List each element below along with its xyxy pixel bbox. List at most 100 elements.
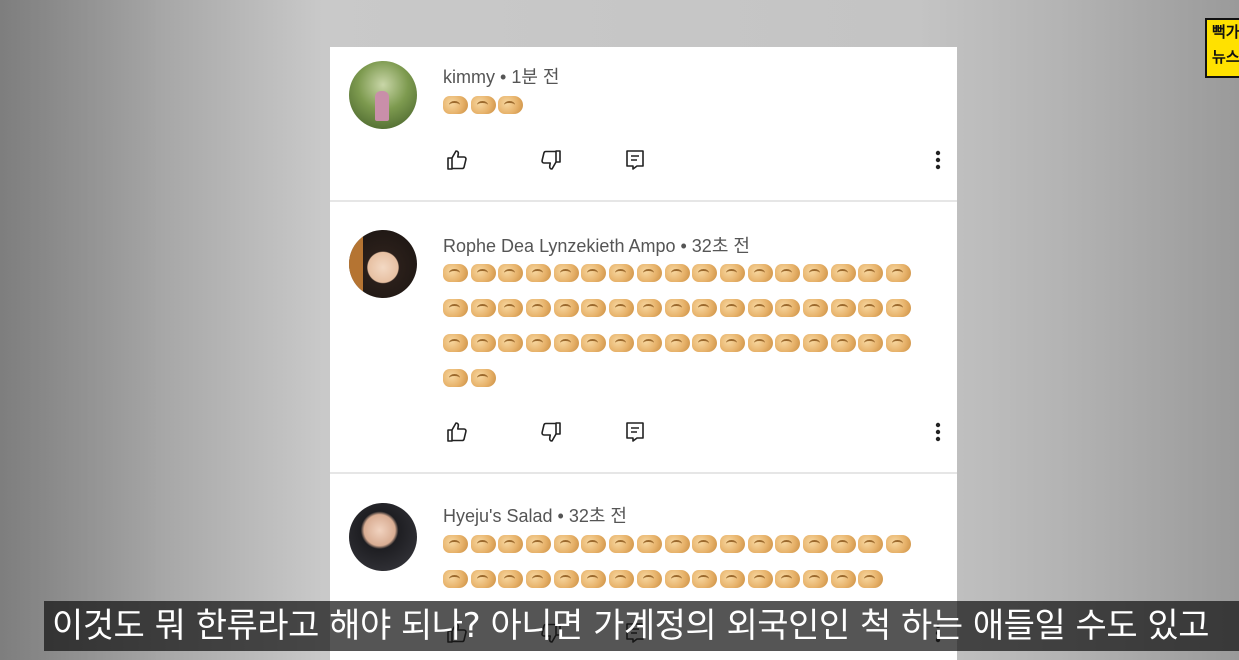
comment-text xyxy=(442,87,922,122)
pinching-hand-emoji xyxy=(636,262,664,284)
pinching-hand-emoji xyxy=(830,297,858,319)
pinching-hand-emoji xyxy=(885,262,913,284)
pinching-hand-emoji xyxy=(719,332,747,354)
pinching-hand-emoji xyxy=(470,297,498,319)
pinching-hand-emoji xyxy=(580,297,608,319)
pinching-hand-emoji xyxy=(553,262,581,284)
pinching-hand-emoji xyxy=(442,262,470,284)
pinching-hand-emoji xyxy=(802,297,830,319)
more-options-button[interactable] xyxy=(926,417,950,447)
meta-separator-dot: • xyxy=(680,236,687,256)
pinching-hand-emoji xyxy=(719,297,747,319)
pinching-hand-emoji xyxy=(553,332,581,354)
comment-text xyxy=(442,526,922,596)
pinching-hand-emoji xyxy=(525,568,553,590)
pinching-hand-emoji xyxy=(857,262,885,284)
thumbs-up-icon xyxy=(447,150,467,170)
pinching-hand-emoji xyxy=(774,332,802,354)
avatar-figure xyxy=(375,91,389,121)
pinching-hand-emoji xyxy=(857,533,885,555)
pinching-hand-emoji xyxy=(691,533,719,555)
thumbs-down-icon xyxy=(541,150,561,170)
pinching-hand-emoji xyxy=(691,262,719,284)
comment-author[interactable]: kimmy xyxy=(443,67,495,87)
dislike-button[interactable] xyxy=(536,145,566,175)
pinching-hand-emoji xyxy=(885,533,913,555)
pinching-hand-emoji xyxy=(664,568,692,590)
pinching-hand-emoji xyxy=(774,568,802,590)
pinching-hand-emoji xyxy=(608,568,636,590)
pinching-hand-emoji xyxy=(802,533,830,555)
pinching-hand-emoji xyxy=(553,568,581,590)
pinching-hand-emoji xyxy=(747,262,775,284)
pinching-hand-emoji xyxy=(442,297,470,319)
reply-button[interactable] xyxy=(620,417,650,447)
pinching-hand-emoji xyxy=(636,297,664,319)
comment-item: Rophe Dea Lynzekieth Ampo • 32초 전 xyxy=(330,202,957,472)
comment-time[interactable]: 32초 전 xyxy=(569,506,627,526)
avatar[interactable] xyxy=(349,230,417,298)
pinching-hand-emoji xyxy=(608,533,636,555)
channel-logo-line1: 뻑가 xyxy=(1212,23,1239,41)
pinching-hand-emoji xyxy=(747,533,775,555)
more-vert-icon xyxy=(935,150,941,170)
pinching-hand-emoji xyxy=(719,568,747,590)
pinching-hand-emoji xyxy=(885,332,913,354)
pinching-hand-emoji xyxy=(719,262,747,284)
pinching-hand-emoji xyxy=(580,533,608,555)
channel-logo-line2: 뉴스 xyxy=(1212,48,1239,66)
pinching-hand-emoji xyxy=(774,262,802,284)
meta-separator-dot: • xyxy=(557,506,564,526)
comment-actions xyxy=(442,145,942,175)
pinching-hand-emoji xyxy=(664,262,692,284)
dislike-button[interactable] xyxy=(536,417,566,447)
more-vert-icon xyxy=(935,422,941,442)
comments-panel: kimmy • 1분 전 Rophe Dea Lynzekieth Ampo • 32초… xyxy=(330,47,957,660)
pinching-hand-emoji xyxy=(691,332,719,354)
background-wall xyxy=(0,0,160,660)
like-button[interactable] xyxy=(442,145,472,175)
comment-item: kimmy • 1분 전 xyxy=(330,47,957,200)
pinching-hand-emoji xyxy=(442,94,470,116)
pinching-hand-emoji xyxy=(747,297,775,319)
pinching-hand-emoji xyxy=(664,332,692,354)
pinching-hand-emoji xyxy=(802,332,830,354)
pinching-hand-emoji xyxy=(497,332,525,354)
pinching-hand-emoji xyxy=(525,332,553,354)
pinching-hand-emoji xyxy=(525,297,553,319)
reply-icon xyxy=(626,422,644,442)
pinching-hand-emoji xyxy=(691,568,719,590)
meta-separator-dot: • xyxy=(500,67,507,87)
reply-button[interactable] xyxy=(620,145,650,175)
pinching-hand-emoji xyxy=(830,262,858,284)
comment-author[interactable]: Hyeju's Salad xyxy=(443,506,553,526)
pinching-hand-emoji xyxy=(580,568,608,590)
pinching-hand-emoji xyxy=(553,533,581,555)
pinching-hand-emoji xyxy=(497,568,525,590)
pinching-hand-emoji xyxy=(580,262,608,284)
comment-author[interactable]: Rophe Dea Lynzekieth Ampo xyxy=(443,236,675,256)
pinching-hand-emoji xyxy=(608,297,636,319)
pinching-hand-emoji xyxy=(802,262,830,284)
pinching-hand-emoji xyxy=(580,332,608,354)
pinching-hand-emoji xyxy=(747,332,775,354)
pinching-hand-emoji xyxy=(497,94,525,116)
pinching-hand-emoji xyxy=(525,533,553,555)
comment-time[interactable]: 1분 전 xyxy=(511,67,559,87)
avatar[interactable] xyxy=(349,503,417,571)
comment-time[interactable]: 32초 전 xyxy=(692,236,750,256)
pinching-hand-emoji xyxy=(470,533,498,555)
channel-logo-badge: 뻑가 뉴스 xyxy=(1205,18,1239,78)
like-button[interactable] xyxy=(442,417,472,447)
pinching-hand-emoji xyxy=(442,533,470,555)
pinching-hand-emoji xyxy=(636,332,664,354)
pinching-hand-emoji xyxy=(497,297,525,319)
comment-meta: Hyeju's Salad • 32초 전 xyxy=(443,502,627,528)
avatar[interactable] xyxy=(349,61,417,129)
pinching-hand-emoji xyxy=(830,332,858,354)
more-options-button[interactable] xyxy=(926,145,950,175)
pinching-hand-emoji xyxy=(802,568,830,590)
pinching-hand-emoji xyxy=(664,533,692,555)
pinching-hand-emoji xyxy=(442,332,470,354)
pinching-hand-emoji xyxy=(857,568,885,590)
